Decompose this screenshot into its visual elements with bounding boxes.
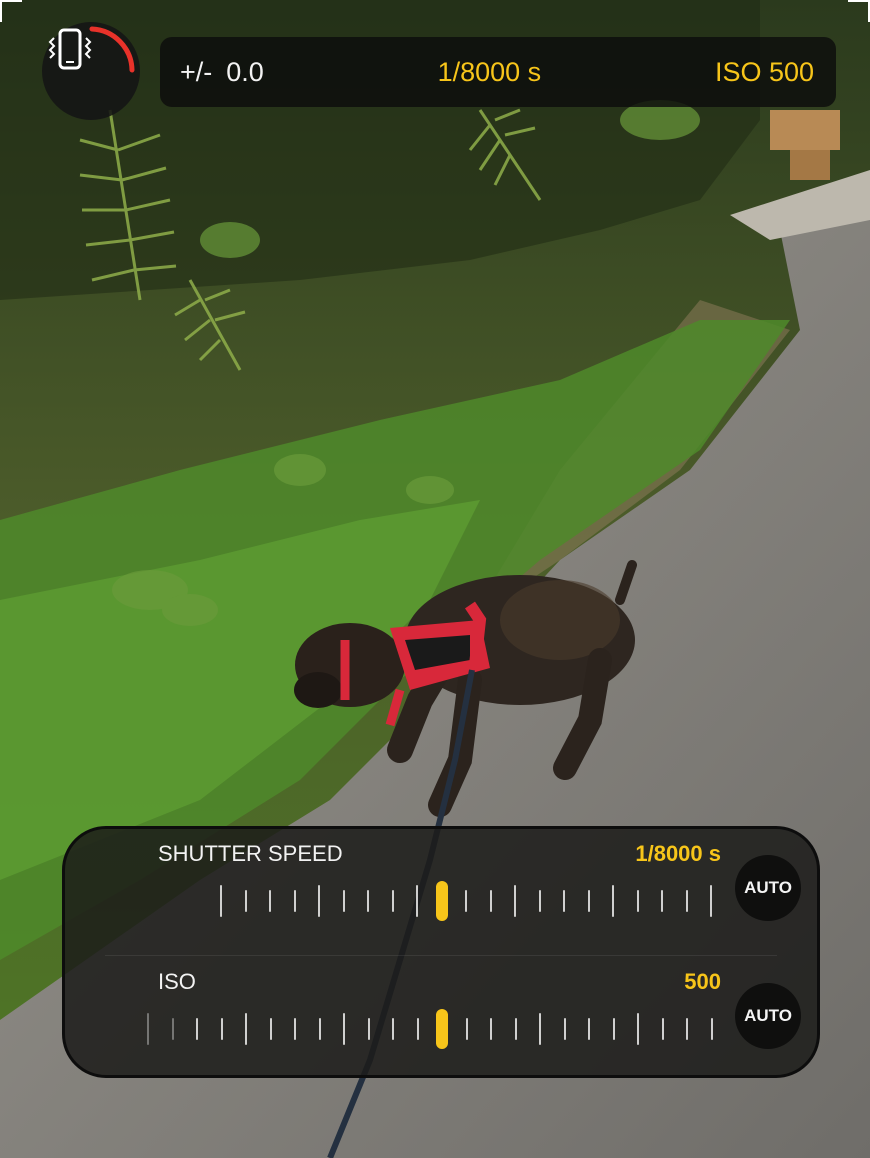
slider-tick: [710, 885, 712, 917]
slider-tick: [416, 1018, 419, 1040]
shutter-speed-readout[interactable]: 1/8000 s: [438, 57, 542, 88]
slider-tick: [514, 1018, 517, 1040]
ev-value: 0.0: [226, 56, 264, 87]
slider-tick: [636, 890, 639, 912]
slider-tick: [563, 890, 565, 912]
slider-tick: [367, 890, 369, 912]
slider-tick: [612, 1018, 615, 1040]
iso-auto-button[interactable]: AUTO: [735, 983, 801, 1049]
slider-tick: [685, 890, 688, 912]
ev-symbol: +/-: [180, 56, 213, 87]
iso-value: 500: [684, 969, 721, 994]
slider-tick: [367, 1018, 370, 1040]
slider-tick: [294, 1018, 296, 1040]
slider-tick: [539, 1013, 541, 1045]
slider-tick: [244, 890, 247, 912]
slider-tick: [391, 890, 394, 912]
shutter-auto-button[interactable]: AUTO: [735, 855, 801, 921]
slider-tick: [490, 1018, 492, 1040]
slider-tick: [465, 890, 467, 912]
slider-tick: [538, 890, 541, 912]
manual-controls-panel: SHUTTER SPEED 1/8000 s AUTO ISO 500 AUTO: [62, 826, 820, 1078]
stabilization-button[interactable]: [42, 22, 140, 120]
slider-tick: [171, 1018, 174, 1040]
slider-tick: [710, 1018, 713, 1040]
slider-tick: [342, 890, 345, 912]
exposure-readout-bar: +/- 0.0 1/8000 s ISO 500: [160, 37, 836, 107]
iso-slider[interactable]: [145, 1009, 725, 1049]
slider-tick: [196, 1018, 198, 1040]
slider-marker[interactable]: [435, 881, 448, 921]
shutter-speed-slider[interactable]: [145, 881, 725, 921]
slider-tick: [392, 1018, 394, 1040]
iso-control: ISO 500 AUTO: [65, 957, 817, 1083]
slider-tick: [220, 885, 222, 917]
slider-tick: [293, 890, 296, 912]
iso-label: ISO: [158, 969, 196, 994]
slider-tick: [661, 1018, 664, 1040]
shutter-speed-label: SHUTTER SPEED: [158, 841, 343, 866]
slider-tick: [147, 1013, 149, 1045]
slider-tick: [612, 885, 614, 917]
slider-tick: [514, 885, 516, 917]
slider-tick: [269, 1018, 272, 1040]
shutter-speed-control: SHUTTER SPEED 1/8000 s AUTO: [65, 829, 817, 955]
slider-tick: [587, 890, 590, 912]
slider-tick: [686, 1018, 688, 1040]
iso-readout[interactable]: ISO 500: [715, 57, 814, 88]
divider: [105, 955, 777, 956]
slider-tick: [563, 1018, 566, 1040]
shutter-speed-value: 1/8000 s: [635, 841, 721, 866]
exposure-compensation[interactable]: +/- 0.0: [180, 57, 264, 88]
slider-tick: [489, 890, 492, 912]
slider-tick: [416, 885, 418, 917]
slider-tick: [343, 1013, 345, 1045]
frame-corner: [0, 0, 22, 22]
slider-tick: [588, 1018, 590, 1040]
frame-corner: [848, 0, 870, 22]
slider-tick: [465, 1018, 468, 1040]
slider-tick: [269, 890, 271, 912]
slider-marker[interactable]: [436, 1009, 448, 1049]
slider-tick: [318, 1018, 321, 1040]
slider-tick: [318, 885, 320, 917]
slider-tick: [220, 1018, 223, 1040]
slider-tick: [661, 890, 663, 912]
slider-tick: [637, 1013, 639, 1045]
phone-shake-icon: [48, 28, 92, 70]
slider-tick: [245, 1013, 247, 1045]
